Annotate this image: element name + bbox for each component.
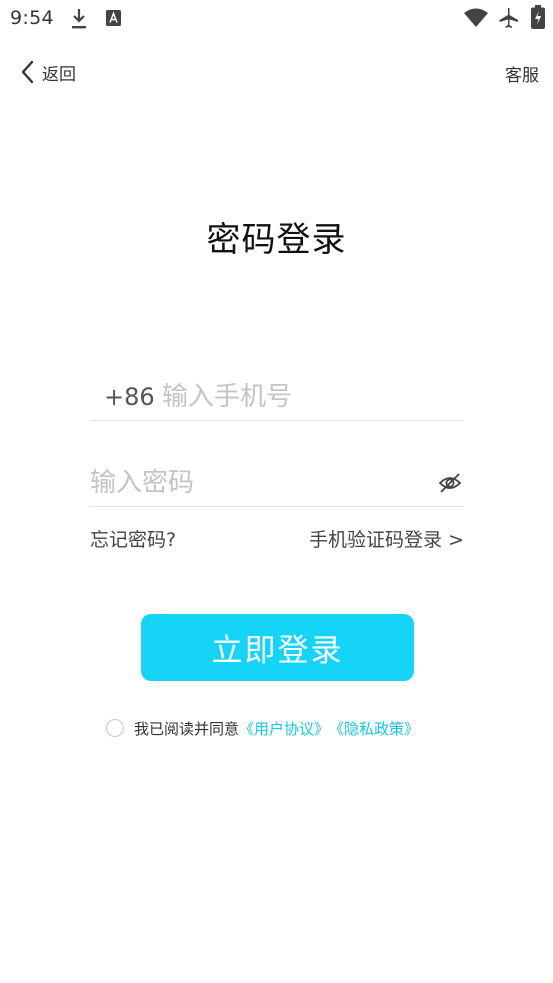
links-row: 忘记密码? 手机验证码登录 > xyxy=(90,523,464,553)
nav-bar: 返回 客服 xyxy=(0,52,553,92)
back-label: 返回 xyxy=(42,64,76,85)
sms-login-link[interactable]: 手机验证码登录 > xyxy=(309,525,464,552)
wifi-icon xyxy=(464,8,488,27)
chevron-left-icon xyxy=(21,60,34,84)
country-code[interactable]: +86 xyxy=(104,383,155,411)
password-input[interactable] xyxy=(90,464,420,502)
download-icon xyxy=(72,9,86,29)
agreement-text: 我已阅读并同意 xyxy=(134,719,240,738)
battery-icon xyxy=(531,5,545,29)
agree-checkbox[interactable] xyxy=(106,719,124,737)
phone-input[interactable] xyxy=(162,378,452,416)
back-button[interactable]: 返回 xyxy=(20,58,76,86)
privacy-policy-link[interactable]: 《隐私政策》 xyxy=(329,718,419,739)
password-field xyxy=(90,460,464,507)
phone-field: +86 xyxy=(90,374,464,421)
user-agreement-link[interactable]: 《用户协议》 xyxy=(239,718,329,739)
status-bar: 9:54 xyxy=(0,0,553,36)
text-a-icon xyxy=(106,10,121,26)
forgot-password-link[interactable]: 忘记密码? xyxy=(90,525,176,552)
status-time: 9:54 xyxy=(10,7,54,29)
eye-off-icon[interactable] xyxy=(437,470,463,496)
page-title: 密码登录 xyxy=(206,220,347,260)
agreement-row: 我已阅读并同意 《用户协议》 《隐私政策》 xyxy=(106,716,419,740)
airplane-icon xyxy=(499,8,518,28)
customer-service-button[interactable]: 客服 xyxy=(505,61,539,86)
login-button[interactable]: 立即登录 xyxy=(141,614,414,681)
